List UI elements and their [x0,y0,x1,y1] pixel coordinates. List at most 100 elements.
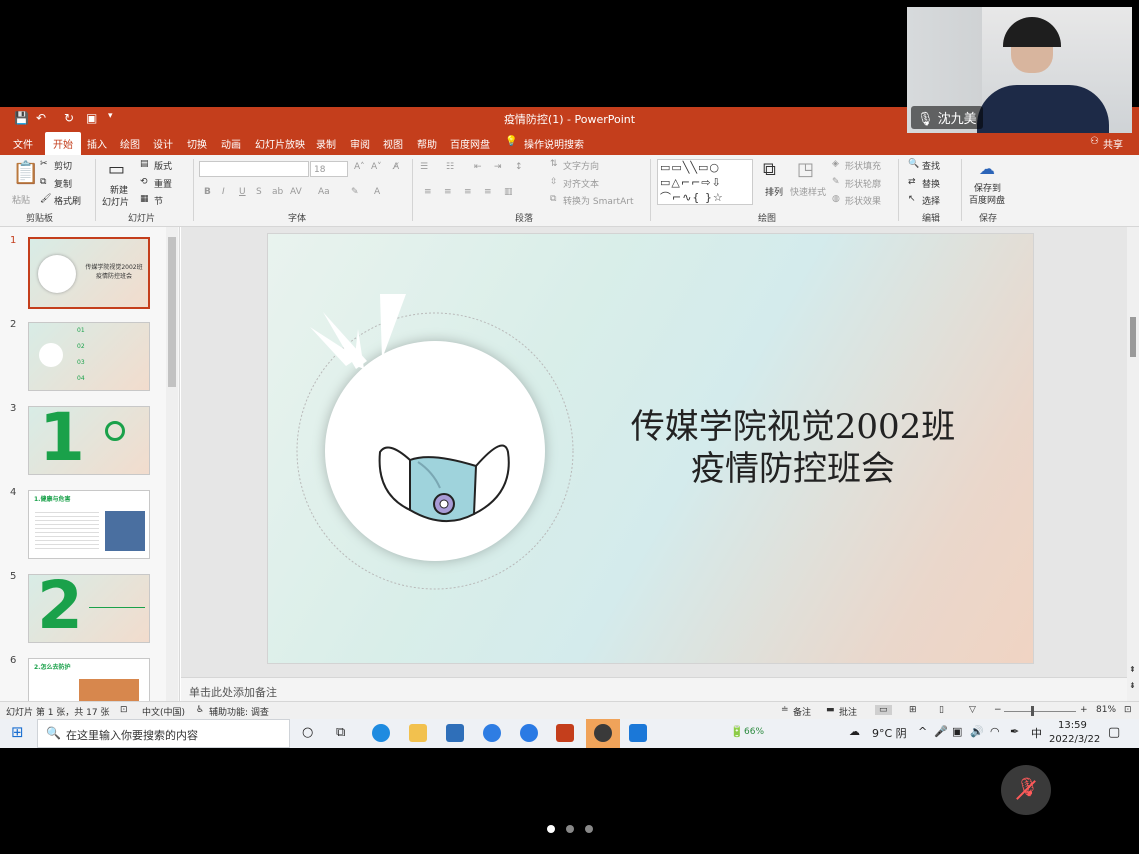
mute-microphone-button[interactable]: 🎙 [1001,765,1051,815]
spelling-icon[interactable]: ⊡ [120,705,128,715]
new-slide-label2[interactable]: 幻灯片 [102,195,129,208]
ie-icon[interactable] [483,724,501,742]
align-left-icon[interactable]: ≡ [424,187,432,197]
tab-view[interactable]: 视图 [383,136,403,151]
align-center-icon[interactable]: ≡ [444,187,452,197]
arrange-icon[interactable]: ⧉ [763,159,776,180]
whiteboard-icon[interactable] [629,724,647,742]
participant-video[interactable]: 🎙 沈九美 [907,7,1132,133]
share-icon[interactable]: ⚇ [1090,136,1099,147]
bullets-icon[interactable]: ☰ [420,162,428,172]
slide-scrollbar[interactable]: ⇞ ⇟ [1127,227,1139,701]
line-spacing-icon[interactable]: ↕ [515,162,523,172]
clock-date[interactable]: 2022/3/22 [1049,734,1100,745]
thumb-scrollbar[interactable] [166,227,178,701]
tab-review[interactable]: 审阅 [350,136,370,151]
baidu-label[interactable]: 百度网盘 [969,193,1005,206]
font-color-icon[interactable]: A [374,187,380,197]
tab-animations[interactable]: 动画 [221,136,241,151]
ime-indicator[interactable]: 中 [1031,725,1042,741]
tab-help[interactable]: 帮助 [417,136,437,151]
shapes-gallery[interactable]: ▭▭╲╲▭○ ▭△⌐⌐⇨⇩ ⌒⌐∿{ }☆ [657,159,753,205]
smartart-button[interactable]: 转换为 SmartArt [563,194,633,207]
select-button[interactable]: 选择 [922,194,940,207]
cut-button[interactable]: 剪切 [54,159,72,172]
network-tray-icon[interactable]: ▣ [952,725,962,738]
arrange-button[interactable]: 排列 [765,185,783,198]
page-dot-active[interactable] [547,825,555,833]
powerpoint-taskbar-icon[interactable] [556,724,574,742]
current-slide[interactable]: 传媒学院视觉2002班 疫情防控班会 [267,233,1034,664]
zoom-level[interactable]: 81% [1096,705,1116,715]
task-view-icon[interactable]: ⧉ [336,725,345,740]
lenovo-icon[interactable] [520,724,538,742]
notes-pane[interactable]: 单击此处添加备注 [181,677,1127,701]
new-slide-icon[interactable]: ▭ [108,159,125,180]
tab-file[interactable]: 文件 [13,136,33,151]
copy-button[interactable]: 复制 [54,177,72,190]
page-dot[interactable] [566,825,574,833]
tab-design[interactable]: 设计 [153,136,173,151]
indent-icon[interactable]: ⇤ [474,162,482,172]
layout-button[interactable]: 版式 [154,159,172,172]
thumb-scroll-thumb[interactable] [168,237,176,387]
reset-button[interactable]: 重置 [154,177,172,190]
align-text-button[interactable]: 对齐文本 [563,177,599,190]
zoom-out-icon[interactable]: − [994,705,1002,715]
strikethrough-icon[interactable]: ab [272,187,283,197]
tell-me-search[interactable]: 操作说明搜索 [524,136,584,151]
notes-button[interactable]: 备注 [793,705,811,718]
tray-chevron-icon[interactable]: ^ [918,725,927,738]
zoom-in-icon[interactable]: + [1080,705,1088,715]
clear-format-icon[interactable]: A̸ [393,162,399,172]
clock-time[interactable]: 13:59 [1058,720,1087,731]
numbering-icon[interactable]: ☷ [446,162,454,172]
section-button[interactable]: 节 [154,194,163,207]
share-button[interactable]: 共享 [1103,136,1123,151]
slide-thumbnail-2[interactable]: 01 02 03 04 [28,322,150,391]
outdent-icon[interactable]: ⇥ [494,162,502,172]
highlight-icon[interactable]: ✎ [351,187,359,197]
cortana-icon[interactable]: ○ [302,725,313,740]
shape-outline-button[interactable]: 形状轮廓 [845,177,881,190]
language-status[interactable]: 中文(中国) [142,705,185,718]
replace-button[interactable]: 替换 [922,177,940,190]
normal-view-icon[interactable]: ▭ [875,705,892,715]
find-button[interactable]: 查找 [922,159,940,172]
page-dot[interactable] [585,825,593,833]
weather-icon[interactable]: ☁ [849,725,860,738]
battery-icon[interactable]: 🔋 [730,725,744,738]
reading-view-icon[interactable]: ▯ [939,705,944,715]
tab-draw[interactable]: 绘图 [120,136,140,151]
mail-icon[interactable] [446,724,464,742]
prev-slide-icon[interactable]: ⇞ [1129,665,1136,674]
quick-styles-icon[interactable]: ◳ [797,159,814,180]
edge-icon[interactable] [372,724,390,742]
slideshow-icon[interactable]: ▽ [969,705,976,715]
italic-icon[interactable]: I [222,187,225,197]
shape-effects-button[interactable]: 形状效果 [845,194,881,207]
file-explorer-icon[interactable] [409,724,427,742]
wifi-icon[interactable]: ◠ [990,725,1000,738]
start-icon[interactable]: ⊞ [11,723,24,741]
bold-icon[interactable]: B [204,187,211,197]
increase-font-icon[interactable]: A˄ [354,162,365,172]
underline-icon[interactable]: U [239,187,246,197]
tab-baidu[interactable]: 百度网盘 [450,136,490,151]
format-painter-button[interactable]: 格式刷 [54,194,81,207]
mic-tray-icon[interactable]: 🎤 [934,725,948,738]
quick-styles-button[interactable]: 快速样式 [790,185,826,198]
slide-title[interactable]: 传媒学院视觉2002班 疫情防控班会 [598,406,988,490]
accessibility-status[interactable]: 辅助功能: 调查 [209,705,269,718]
notes-placeholder[interactable]: 单击此处添加备注 [189,684,277,700]
weather-text[interactable]: 9°C 阴 [872,725,907,741]
justify-icon[interactable]: ≡ [484,187,492,197]
taskbar-search-box[interactable]: 🔍 在这里输入你要搜索的内容 [37,719,290,748]
slide-thumbnail-4[interactable]: 1.健康与危害 [28,490,150,559]
char-spacing-icon[interactable]: AV [290,187,302,197]
slide-scroll-thumb[interactable] [1130,317,1136,357]
slide-thumbnail-1[interactable]: 传媒学院视觉2002班 疫情防控班会 [28,237,150,309]
paste-button[interactable]: 粘贴 [12,193,30,206]
shadow-icon[interactable]: S [256,187,262,197]
volume-icon[interactable]: 🔊 [970,725,984,738]
